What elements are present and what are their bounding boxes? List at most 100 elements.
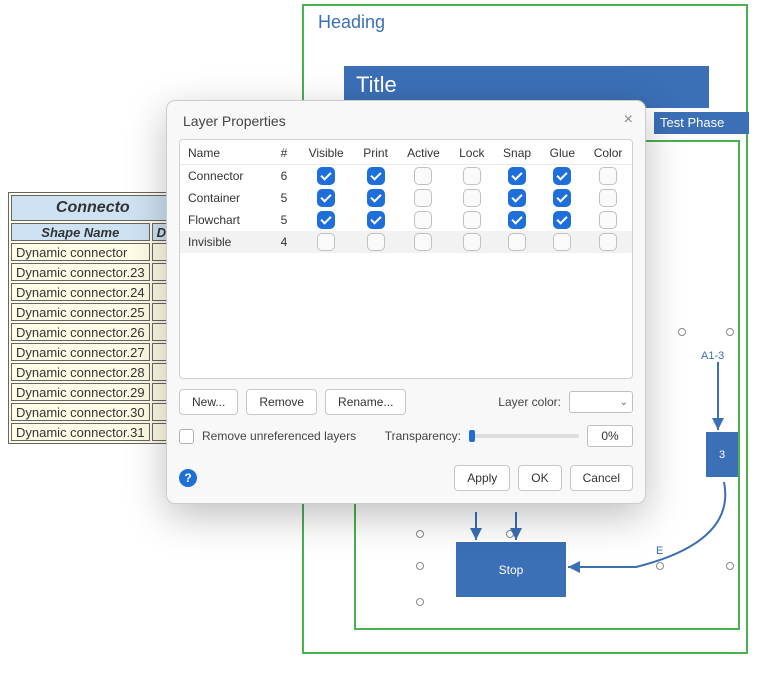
col-print[interactable]: Print (354, 140, 397, 165)
layer-print-checkbox[interactable] (367, 189, 385, 207)
cancel-button[interactable]: Cancel (570, 465, 633, 491)
selection-handle[interactable] (506, 530, 514, 538)
col-snap[interactable]: Snap (494, 140, 541, 165)
col-glue[interactable]: Glue (541, 140, 585, 165)
layer-count: 5 (270, 209, 298, 231)
selection-handle[interactable] (726, 328, 734, 336)
page-heading: Heading (318, 12, 385, 33)
remove-unreferenced-label: Remove unreferenced layers (202, 429, 356, 443)
sheet-title: Connecto (11, 195, 175, 221)
sheet-cell-shape-name: Dynamic connector.26 (11, 323, 150, 341)
transparency-label: Transparency: (385, 429, 461, 443)
sheet-cell-shape-name: Dynamic connector.29 (11, 383, 150, 401)
transparency-value[interactable]: 0% (587, 425, 633, 447)
remove-unreferenced-checkbox[interactable] (179, 429, 194, 444)
apply-button[interactable]: Apply (454, 465, 510, 491)
layer-lock-checkbox[interactable] (463, 167, 481, 185)
layer-lock-checkbox[interactable] (463, 211, 481, 229)
layer-name: Invisible (180, 231, 270, 253)
layer-row[interactable]: Connector6 (180, 165, 632, 188)
sheet-row[interactable]: Dynamic connector.24 (11, 283, 175, 301)
sheet-cell-shape-name: Dynamic connector.24 (11, 283, 150, 301)
remove-layer-button[interactable]: Remove (246, 389, 317, 415)
selection-handle[interactable] (416, 530, 424, 538)
layer-lock-checkbox[interactable] (463, 189, 481, 207)
col-count[interactable]: # (270, 140, 298, 165)
sheet-row[interactable]: Dynamic connector.31 (11, 423, 175, 441)
layer-lock-checkbox[interactable] (463, 233, 481, 251)
sheet-row[interactable]: Dynamic connector.23 (11, 263, 175, 281)
selection-handle[interactable] (656, 562, 664, 570)
layer-snap-checkbox[interactable] (508, 233, 526, 251)
layer-glue-checkbox[interactable] (553, 167, 571, 185)
layer-active-checkbox[interactable] (414, 211, 432, 229)
layer-snap-checkbox[interactable] (508, 211, 526, 229)
selection-handle[interactable] (726, 562, 734, 570)
layer-active-checkbox[interactable] (414, 167, 432, 185)
sheet-row[interactable]: Dynamic connector.25 (11, 303, 175, 321)
sheet-row[interactable]: Dynamic connector.29 (11, 383, 175, 401)
layer-color-label: Layer color: (498, 395, 561, 409)
ok-button[interactable]: OK (518, 465, 561, 491)
layer-visible-checkbox[interactable] (317, 233, 335, 251)
layer-print-checkbox[interactable] (367, 233, 385, 251)
layer-print-checkbox[interactable] (367, 167, 385, 185)
col-lock[interactable]: Lock (450, 140, 494, 165)
sheet-row[interactable]: Dynamic connector (11, 243, 175, 261)
transparency-slider[interactable] (469, 434, 579, 438)
help-icon[interactable]: ? (179, 469, 197, 487)
sheet-cell-shape-name: Dynamic connector.31 (11, 423, 150, 441)
layer-visible-checkbox[interactable] (317, 189, 335, 207)
layer-snap-checkbox[interactable] (508, 167, 526, 185)
col-color[interactable]: Color (584, 140, 632, 165)
selection-handle[interactable] (678, 328, 686, 336)
layer-name: Container (180, 187, 270, 209)
layer-glue-checkbox[interactable] (553, 211, 571, 229)
layer-count: 5 (270, 187, 298, 209)
flow-stop-box[interactable]: Stop (456, 542, 566, 597)
sheet-cell-shape-name: Dynamic connector.30 (11, 403, 150, 421)
layer-row[interactable]: Flowchart5 (180, 209, 632, 231)
col-visible[interactable]: Visible (298, 140, 354, 165)
sheet-row[interactable]: Dynamic connector.26 (11, 323, 175, 341)
layer-count: 4 (270, 231, 298, 253)
connector-sheet: Connecto Shape Name Di Dynamic connector… (8, 192, 178, 444)
dialog-title: Layer Properties (183, 113, 286, 129)
layer-name: Connector (180, 165, 270, 188)
sheet-row[interactable]: Dynamic connector.28 (11, 363, 175, 381)
connector-label-e: E (656, 545, 663, 557)
sheet-col-shape-name: Shape Name (11, 223, 150, 241)
layer-row[interactable]: Invisible4 (180, 231, 632, 253)
flow-box-3[interactable]: 3 (706, 432, 738, 477)
col-active[interactable]: Active (397, 140, 450, 165)
sheet-cell-shape-name: Dynamic connector (11, 243, 150, 261)
sheet-row[interactable]: Dynamic connector.30 (11, 403, 175, 421)
sheet-row[interactable]: Dynamic connector.27 (11, 343, 175, 361)
layer-visible-checkbox[interactable] (317, 167, 335, 185)
layer-color-checkbox[interactable] (599, 167, 617, 185)
new-layer-button[interactable]: New... (179, 389, 238, 415)
layer-glue-checkbox[interactable] (553, 189, 571, 207)
layer-glue-checkbox[interactable] (553, 233, 571, 251)
sheet-cell-shape-name: Dynamic connector.27 (11, 343, 150, 361)
chevron-down-icon: ⌄ (620, 397, 628, 408)
sheet-cell-shape-name: Dynamic connector.25 (11, 303, 150, 321)
layer-print-checkbox[interactable] (367, 211, 385, 229)
layer-color-checkbox[interactable] (599, 189, 617, 207)
close-icon[interactable]: × (624, 111, 633, 129)
layer-active-checkbox[interactable] (414, 189, 432, 207)
layer-name: Flowchart (180, 209, 270, 231)
selection-handle[interactable] (416, 562, 424, 570)
phase-label: Test Phase (654, 112, 749, 134)
rename-layer-button[interactable]: Rename... (325, 389, 406, 415)
selection-handle[interactable] (416, 598, 424, 606)
layer-color-checkbox[interactable] (599, 233, 617, 251)
layer-visible-checkbox[interactable] (317, 211, 335, 229)
layer-snap-checkbox[interactable] (508, 189, 526, 207)
layer-row[interactable]: Container5 (180, 187, 632, 209)
layer-color-picker[interactable]: ⌄ (569, 391, 633, 413)
col-name[interactable]: Name (180, 140, 270, 165)
layer-properties-dialog: Layer Properties × Name # Visible Print … (166, 100, 646, 504)
layer-color-checkbox[interactable] (599, 211, 617, 229)
layer-active-checkbox[interactable] (414, 233, 432, 251)
